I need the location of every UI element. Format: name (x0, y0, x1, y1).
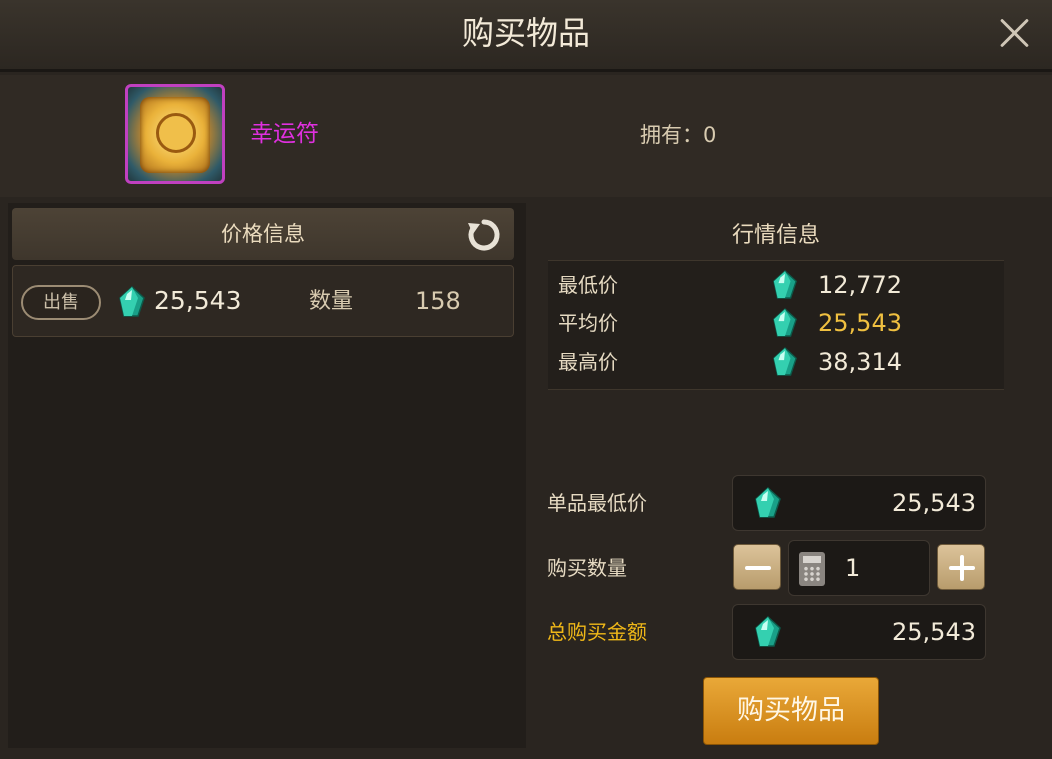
buy-quantity-label: 购买数量 (547, 556, 627, 580)
max-price-value: 38,314 (818, 348, 902, 376)
calculator-icon[interactable] (799, 552, 825, 586)
buy-item-button[interactable]: 购买物品 (703, 677, 879, 745)
sell-badge: 出售 (21, 285, 101, 320)
listing-qty-value: 158 (415, 287, 461, 315)
avg-price-value: 25,543 (818, 309, 902, 337)
gem-icon (118, 285, 146, 322)
unit-min-price-value: 25,543 (892, 489, 976, 517)
owned-count: 拥有：0 (640, 123, 717, 147)
market-info-title: 行情信息 (731, 223, 820, 248)
listing-price: 25,543 (154, 286, 242, 315)
item-name: 幸运符 (250, 121, 319, 147)
close-icon[interactable] (996, 14, 1034, 52)
max-price-label: 最高价 (558, 350, 618, 374)
total-amount-label: 总购买金额 (547, 620, 647, 644)
gem-icon (772, 347, 798, 381)
gem-icon (754, 486, 782, 523)
price-info-title: 价格信息 (221, 222, 305, 246)
lucky-charm-icon (125, 84, 225, 184)
listing-qty-label: 数量 (309, 289, 354, 314)
avg-price-label: 平均价 (558, 311, 618, 335)
quantity-value[interactable]: 1 (845, 551, 860, 585)
gem-icon (772, 270, 798, 304)
min-price-label: 最低价 (558, 273, 618, 297)
refresh-icon[interactable] (466, 217, 502, 253)
total-amount-value: 25,543 (892, 618, 976, 646)
plus-button[interactable] (937, 544, 985, 590)
gem-icon (754, 615, 782, 652)
min-price-value: 12,772 (818, 271, 902, 299)
unit-min-price-label: 单品最低价 (547, 491, 647, 515)
window-title: 购买物品 (461, 14, 590, 52)
minus-button[interactable] (733, 544, 781, 590)
gem-icon (772, 308, 798, 342)
minus-icon (745, 566, 771, 570)
